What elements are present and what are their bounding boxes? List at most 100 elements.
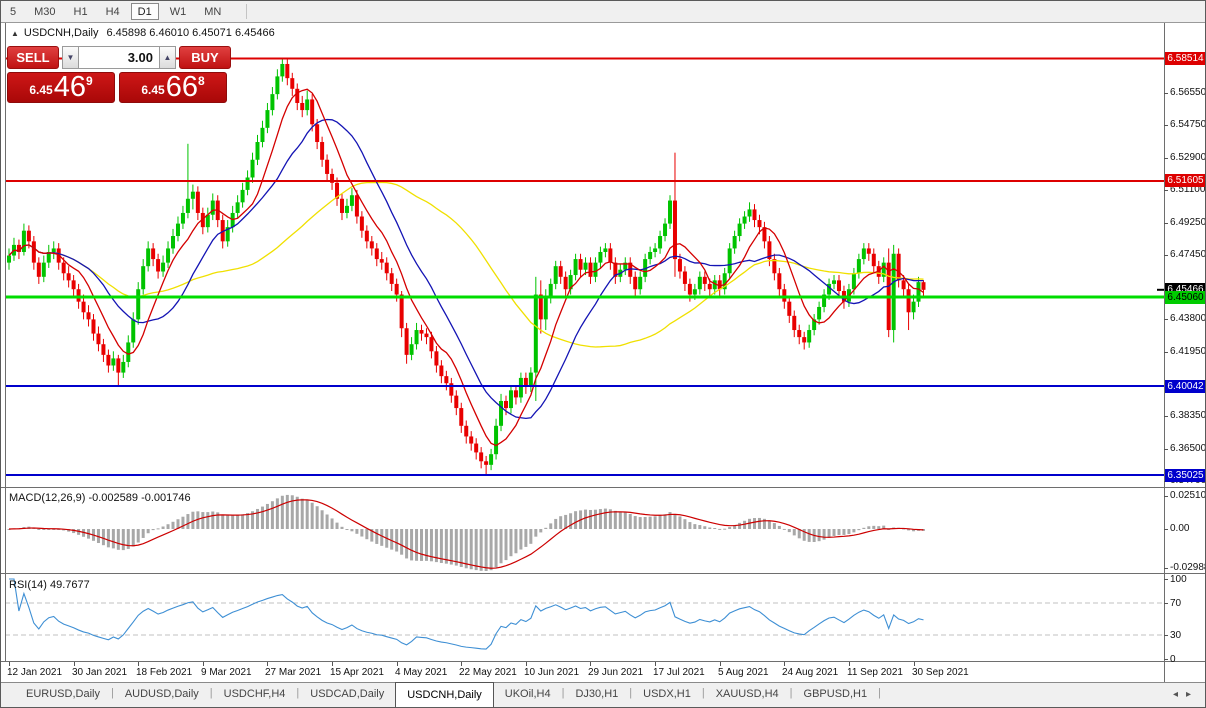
- buy-price-base: 6.45: [141, 83, 164, 97]
- buy-price-pipette: 8: [198, 74, 205, 88]
- macd-axis-label: -0.02988: [1170, 562, 1206, 573]
- lot-increase-button[interactable]: ▲: [159, 46, 176, 69]
- tab-scroll-left-icon[interactable]: ◂: [1173, 689, 1186, 700]
- date-axis-label: 9 Mar 2021: [201, 667, 252, 678]
- date-axis-label: 18 Feb 2021: [136, 667, 192, 678]
- rsi-axis-tick: [1164, 603, 1168, 604]
- macd-axis-tick: [1164, 529, 1168, 530]
- buy-button[interactable]: BUY: [179, 46, 231, 69]
- price-axis-label: 6.56550: [1170, 87, 1206, 98]
- price-axis-label: 6.36500: [1170, 443, 1206, 454]
- chart-tab-dj30[interactable]: DJ30,H1: [564, 683, 629, 708]
- price-axis-tick: [1164, 319, 1168, 320]
- price-axis-tick: [1164, 255, 1168, 256]
- price-axis-tick: [1164, 190, 1168, 191]
- price-axis-tick: [1164, 125, 1168, 126]
- chart-title: ▲USDCNH,Daily6.45898 6.46010 6.45071 6.4…: [11, 27, 275, 39]
- date-axis-tick: [784, 662, 785, 666]
- panel-separator[interactable]: [1, 573, 1206, 574]
- price-axis-label: 6.52900: [1170, 152, 1206, 163]
- sell-price-tile[interactable]: 6.45 46 9: [7, 72, 115, 103]
- chart-tab-eurusd[interactable]: EURUSD,Daily: [15, 683, 111, 708]
- timeframe-toolbar: 5M30 H1H4D1W1MN: [1, 1, 1205, 23]
- collapse-panel-icon[interactable]: ▲: [11, 29, 19, 38]
- date-axis-tick: [9, 662, 10, 666]
- price-level-badge: 6.45060: [1165, 291, 1206, 304]
- buy-price-pips: 66: [166, 74, 198, 100]
- tab-nav-arrows: ◂▸: [1173, 689, 1199, 700]
- toolbar-separator: [246, 4, 247, 19]
- chart-tab-ukoil[interactable]: UKOil,H4: [494, 683, 562, 708]
- timeframe-button-w1[interactable]: W1: [163, 3, 194, 20]
- rsi-axis-label: 0: [1170, 654, 1176, 665]
- price-axis-tick: [1164, 158, 1168, 159]
- rsi-label: RSI(14) 49.7677: [9, 579, 90, 591]
- rsi-axis-label: 30: [1170, 630, 1181, 641]
- chart-tab-usdcnh[interactable]: USDCNH,Daily: [395, 682, 494, 708]
- price-axis-tick: [1164, 449, 1168, 450]
- price-axis-label: 6.38350: [1170, 410, 1206, 421]
- chart-ohlc-values: 6.45898 6.46010 6.45071 6.45466: [106, 27, 274, 39]
- macd-axis-label: 0.025108: [1170, 490, 1206, 501]
- rsi-axis-tick: [1164, 635, 1168, 636]
- lot-decrease-button[interactable]: ▼: [62, 46, 79, 69]
- date-axis-label: 30 Jan 2021: [72, 667, 127, 678]
- lot-size-stepper: ▼ ▲: [62, 46, 176, 69]
- chart-tab-audusd[interactable]: AUDUSD,Daily: [114, 683, 210, 708]
- macd-label: MACD(12,26,9) -0.002589 -0.001746: [9, 492, 191, 504]
- date-axis-tick: [267, 662, 268, 666]
- chart-tab-gbpusd[interactable]: GBPUSD,H1: [793, 683, 879, 708]
- price-level-badge: 6.40042: [1165, 380, 1206, 393]
- date-axis-label: 27 Mar 2021: [265, 667, 321, 678]
- date-axis-tick: [332, 662, 333, 666]
- panel-separator: [1, 661, 1206, 662]
- timeframe-button-d1[interactable]: D1: [131, 3, 159, 20]
- rsi-axis-label: 70: [1170, 598, 1181, 609]
- timeframe-button-m30[interactable]: M30: [27, 3, 62, 20]
- timeframe-button-5[interactable]: 5: [3, 3, 23, 20]
- price-axis-label: 6.41950: [1170, 346, 1206, 357]
- price-axis-tick: [1164, 223, 1168, 224]
- price-axis-tick: [1164, 93, 1168, 94]
- chart-tab-usdcad[interactable]: USDCAD,Daily: [299, 683, 395, 708]
- price-level-badge: 6.35025: [1165, 469, 1206, 482]
- chart-tab-usdx[interactable]: USDX,H1: [632, 683, 702, 708]
- price-axis-label: 6.54750: [1170, 119, 1206, 130]
- rsi-axis-tick: [1164, 659, 1168, 660]
- sell-price-base: 6.45: [29, 83, 52, 97]
- date-axis-tick: [526, 662, 527, 666]
- date-axis-tick: [655, 662, 656, 666]
- trading-terminal-window: 5M30H1H4D1W1MN ▲USDCNH,Daily6.45898 6.46…: [0, 0, 1206, 708]
- date-axis-label: 11 Sep 2021: [847, 667, 903, 678]
- date-axis-label: 10 Jun 2021: [524, 667, 579, 678]
- date-axis-tick: [720, 662, 721, 666]
- timeframe-button-mn[interactable]: MN: [197, 3, 228, 20]
- date-axis-label: 4 May 2021: [395, 667, 447, 678]
- macd-axis-label: 0.00: [1170, 523, 1189, 534]
- chart-tab-usdchf[interactable]: USDCHF,H4: [213, 683, 297, 708]
- one-click-trading-panel: SELL ▼ ▲ BUY 6.45 46 9 6.45 66 8: [7, 46, 231, 103]
- price-axis-label: 6.47450: [1170, 249, 1206, 260]
- tab-separator: |: [878, 683, 881, 708]
- date-axis-label: 17 Jul 2021: [653, 667, 705, 678]
- buy-price-tile[interactable]: 6.45 66 8: [119, 72, 227, 103]
- date-axis-label: 30 Sep 2021: [912, 667, 969, 678]
- price-level-badge: 6.58514: [1165, 52, 1206, 65]
- chart-tab-xauusd[interactable]: XAUUSD,H4: [705, 683, 790, 708]
- timeframe-button-h4[interactable]: H4: [99, 3, 127, 20]
- date-axis-tick: [203, 662, 204, 666]
- rsi-axis-label: 100: [1170, 574, 1187, 585]
- lot-size-input[interactable]: [79, 46, 159, 69]
- date-axis-label: 24 Aug 2021: [782, 667, 838, 678]
- date-axis-tick: [590, 662, 591, 666]
- sell-button[interactable]: SELL: [7, 46, 59, 69]
- date-axis-tick: [849, 662, 850, 666]
- price-axis-tick: [1164, 416, 1168, 417]
- date-axis-tick: [914, 662, 915, 666]
- sell-price-pipette: 9: [86, 74, 93, 88]
- rsi-indicator-panel[interactable]: [1, 574, 1164, 661]
- panel-separator[interactable]: [1, 487, 1206, 488]
- price-axis-tick: [1164, 352, 1168, 353]
- timeframe-button-h1[interactable]: H1: [67, 3, 95, 20]
- tab-scroll-right-icon[interactable]: ▸: [1186, 689, 1199, 700]
